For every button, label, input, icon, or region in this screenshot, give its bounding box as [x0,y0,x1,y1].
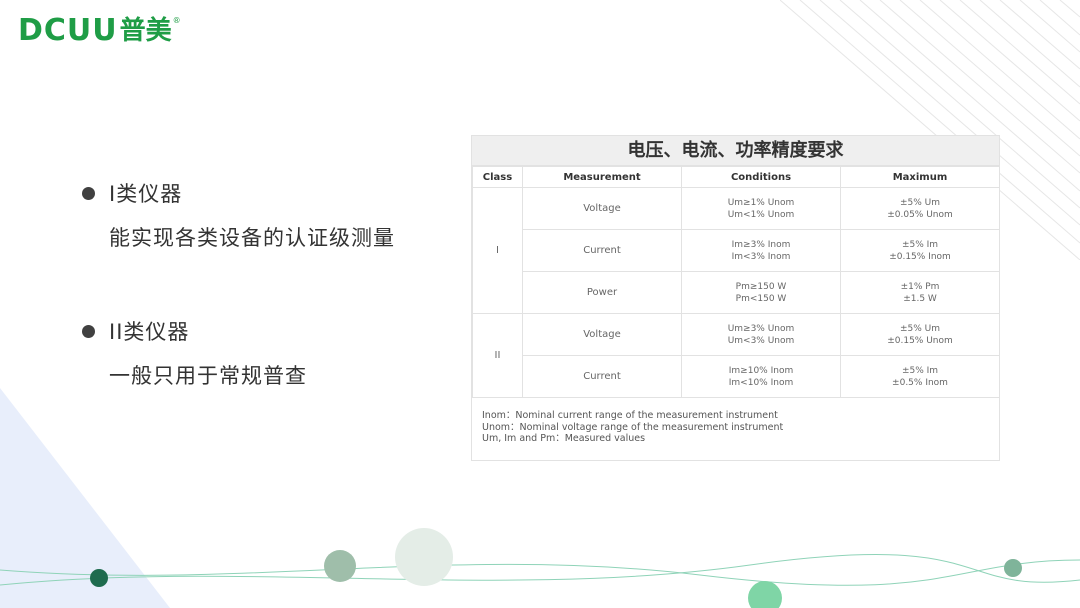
condition-line: Pm<150 W [735,293,787,304]
note-line: Unom：Nominal voltage range of the measur… [482,421,784,433]
accuracy-table: 电压、电流、功率精度要求 Class Measurement Condition… [471,135,1000,461]
bullet-class-ii: II类仪器 一般只用于常规普查 [82,316,307,390]
header-maximum: Maximum [840,166,1000,188]
measurement-cell: Current [522,229,682,272]
condition-line: Pm≥150 W [735,281,787,292]
maximum-line: ±1% Pm [900,281,940,292]
bullet-dot-icon [82,186,95,200]
table-row: I Voltage Um≥1% Unom Um<1% Unom ±5% Um ±0.… [472,187,1000,314]
bullet-description: 能实现各类设备的认证级测量 [109,226,395,250]
maximum-line: ±0.15% Inom [889,251,951,262]
condition-line: Um<1% Unom [727,209,795,220]
maximum-line: ±1.5 W [903,293,937,304]
conditions-cell: Um≥1% Unom Um<1% Unom [681,187,841,230]
header-class: Class [472,166,523,188]
condition-line: Im<10% Inom [728,377,794,388]
bullet-class-i: I类仪器 能实现各类设备的认证级测量 [82,178,395,252]
condition-line: Im<3% Inom [731,251,791,262]
accuracy-grid: Class Measurement Conditions Maximum I V… [472,166,1000,398]
condition-line: Um<3% Unom [727,335,795,346]
logo-text-en: DCUU [18,13,118,48]
conditions-cell: Pm≥150 W Pm<150 W [681,271,841,314]
table-row: II Voltage Um≥3% Unom Um<3% Unom ±5% Um ±0… [472,313,1000,398]
table-title: 电压、电流、功率精度要求 [472,136,999,166]
condition-line: Um≥3% Unom [727,323,795,334]
measurement-cell: Voltage [522,313,682,356]
bullet-description: 一般只用于常规普查 [109,364,307,388]
condition-line: Um≥1% Unom [727,197,795,208]
note-line: Um, Im and Pm：Measured values [482,433,646,444]
header-measurement: Measurement [522,166,682,188]
registered-mark: ® [172,16,181,25]
condition-line: Im≥10% Inom [728,365,794,376]
maximum-line: ±0.5% Inom [892,377,948,388]
table-row: Current Im≥10% Inom Im<10% Inom ±5% Im ±0.… [473,355,1000,398]
table-notes: Inom：Nominal current range of the measur… [472,398,999,445]
conditions-cell: Im≥3% Inom Im<3% Inom [681,229,841,272]
maximum-cell: ±1% Pm ±1.5 W [840,271,1000,314]
maximum-line: ±0.15% Unom [887,335,953,346]
maximum-line: ±0.05% Unom [887,209,953,220]
maximum-line: ±5% Im [901,239,939,250]
header-conditions: Conditions [681,166,841,188]
maximum-cell: ±5% Im ±0.15% Inom [840,229,1000,272]
table-row: Power Pm≥150 W Pm<150 W ±1% Pm ±1.5 W [473,271,1000,314]
bullet-dot-icon [82,324,95,338]
measurement-cell: Power [522,271,682,314]
maximum-cell: ±5% Um ±0.05% Unom [840,187,1000,230]
table-row: Current Im≥3% Inom Im<3% Inom ±5% Im ±0.15… [473,229,1000,272]
measurement-cell: Current [522,355,682,398]
maximum-cell: ±5% Um ±0.15% Unom [840,313,1000,356]
condition-line: Im≥3% Inom [731,239,791,250]
table-header-row: Class Measurement Conditions Maximum [472,166,1000,188]
conditions-cell: Um≥3% Unom Um<3% Unom [681,313,841,356]
brand-logo: DCUU 普美 ® [18,12,181,50]
maximum-cell: ±5% Im ±0.5% Inom [840,355,1000,398]
bullet-title: I类仪器 [109,182,183,206]
measurement-cell: Voltage [522,187,682,230]
conditions-cell: Im≥10% Inom Im<10% Inom [681,355,841,398]
maximum-line: ±5% Um [899,323,941,334]
note-line: Inom：Nominal current range of the measur… [482,410,778,421]
bullet-title: II类仪器 [109,320,190,344]
maximum-line: ±5% Im [901,365,939,376]
logo-text-cn: 普美 [119,16,172,46]
class-cell: I [472,187,523,314]
maximum-line: ±5% Um [899,197,941,208]
class-cell: II [472,313,523,398]
